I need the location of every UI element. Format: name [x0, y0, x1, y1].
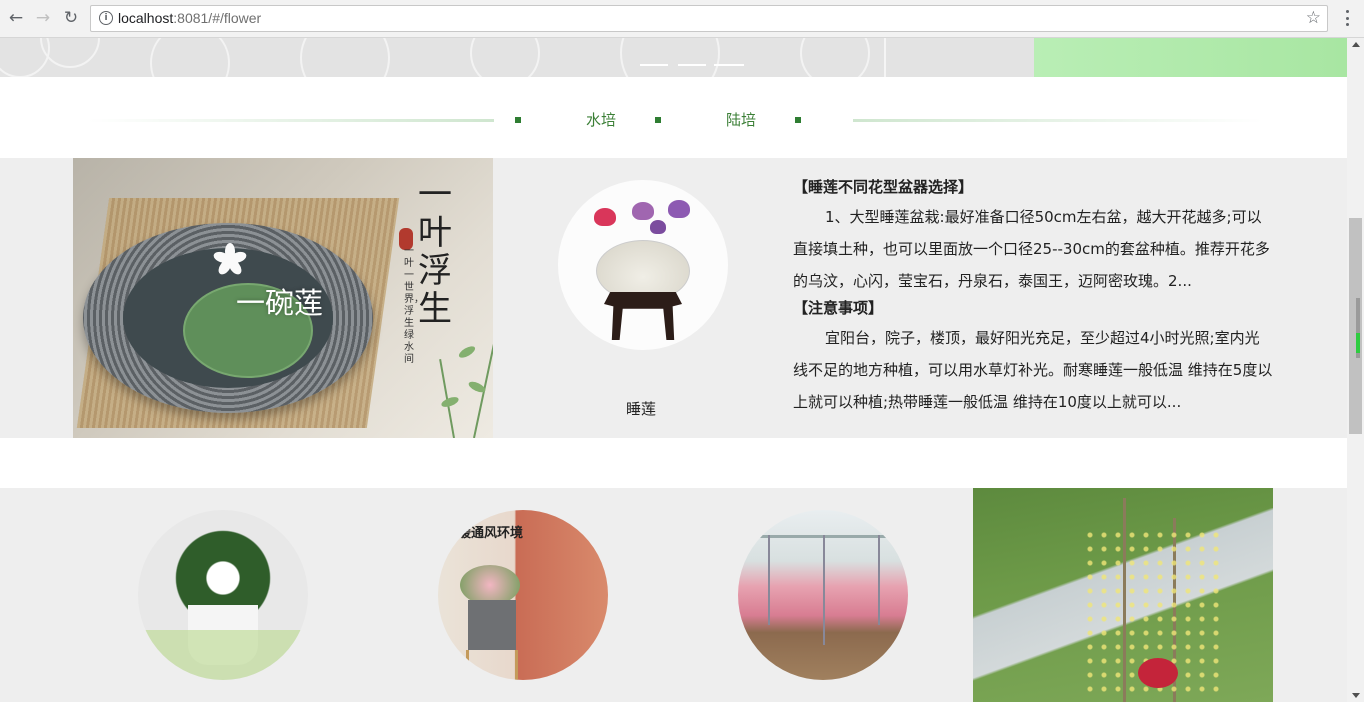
product-label[interactable]: 睡莲	[626, 398, 656, 419]
forward-arrow-icon[interactable]: →	[32, 7, 54, 29]
bookmark-star-icon[interactable]: ☆	[1306, 8, 1321, 28]
page-scrollbar[interactable]	[1347, 38, 1364, 702]
paragraph-pot-selection: 1、大型睡莲盆栽:最好准备口径50cm左右盆，越大开花越多;可以直接填土种，也可…	[793, 208, 1270, 290]
tab-soil[interactable]: 陆培	[726, 109, 756, 130]
gallery-image-gardenia[interactable]	[138, 510, 308, 680]
heading-pot-selection: 【睡莲不同花型盆器选择】	[793, 178, 974, 196]
gallery-image-ventilation[interactable]: 暖通风环境	[438, 510, 608, 680]
reload-icon[interactable]: ↻	[60, 7, 82, 29]
page: 水培 陆培 一碗莲 一叶浮生 一叶一世界，浮生绿水间 睡莲 【睡莲不同花型盆器选…	[0, 38, 1347, 702]
tab-hydroponic[interactable]: 水培	[586, 109, 616, 130]
scrollbar-thumb[interactable]	[1349, 218, 1362, 434]
feature-panel: 一碗莲 一叶浮生 一叶一世界，浮生绿水间 睡莲 【睡莲不同花型盆器选择】 1、大…	[0, 158, 1347, 438]
banner-green-block	[1034, 38, 1347, 77]
hero-vertical-subtitle: 一叶一世界，浮生绿水间	[404, 246, 424, 365]
address-bar[interactable]: i localhost:8081/#/flower ☆	[90, 5, 1328, 32]
white-flower	[212, 243, 248, 277]
tab-dot	[795, 117, 801, 123]
gallery-row: 暖通风环境	[0, 488, 1347, 702]
carousel-indicator[interactable]	[640, 64, 668, 66]
browser-toolbar: ← → ↻ i localhost:8081/#/flower ☆	[0, 0, 1364, 38]
tab-dot	[515, 117, 521, 123]
tab-dot	[655, 117, 661, 123]
hero-image[interactable]: 一碗莲 一叶浮生 一叶一世界，浮生绿水间	[73, 158, 493, 438]
banner-divider	[884, 38, 886, 77]
tab-line-left	[88, 119, 494, 122]
scroll-up-arrow-icon[interactable]	[1352, 42, 1360, 47]
swirl-decoration	[40, 38, 100, 68]
tab-line-right	[853, 119, 1263, 122]
scroll-down-arrow-icon[interactable]	[1352, 693, 1360, 698]
lotus-flower	[632, 202, 654, 220]
hero-caption: 一碗莲	[236, 286, 324, 320]
swirl-decoration	[150, 38, 230, 77]
url-text[interactable]: localhost:8081/#/flower	[118, 10, 261, 26]
gallery-image-garden-path[interactable]	[973, 488, 1273, 702]
lotus-flower	[668, 200, 690, 218]
site-info-icon[interactable]: i	[99, 11, 113, 25]
paragraph-notes: 宜阳台，院子，楼顶，最好阳光充足，至少超过4小时光照;室内光线不足的地方种植，可…	[793, 329, 1273, 411]
wooden-stand	[604, 292, 682, 340]
back-arrow-icon[interactable]: ←	[5, 7, 27, 29]
product-image-circle[interactable]	[558, 180, 728, 350]
gallery-image-greenhouse[interactable]	[738, 510, 908, 680]
swirl-decoration	[300, 38, 390, 77]
lotus-flower	[650, 220, 666, 234]
description-block: 【睡莲不同花型盆器选择】 1、大型睡莲盆栽:最好准备口径50cm左右盆，越大开花…	[793, 176, 1273, 418]
carousel-indicator-active[interactable]	[714, 64, 744, 66]
swirl-decoration	[620, 38, 720, 77]
browser-menu-icon[interactable]	[1340, 8, 1354, 28]
swirl-decoration	[470, 38, 540, 77]
category-tabs: 水培 陆培	[0, 78, 1347, 158]
hero-vertical-title: 一叶浮生	[418, 175, 452, 329]
top-banner	[0, 38, 1347, 77]
heading-notes: 【注意事项】	[793, 299, 884, 317]
carousel-indicator[interactable]	[678, 64, 706, 66]
swirl-decoration	[800, 38, 870, 77]
lotus-flower	[594, 208, 616, 226]
